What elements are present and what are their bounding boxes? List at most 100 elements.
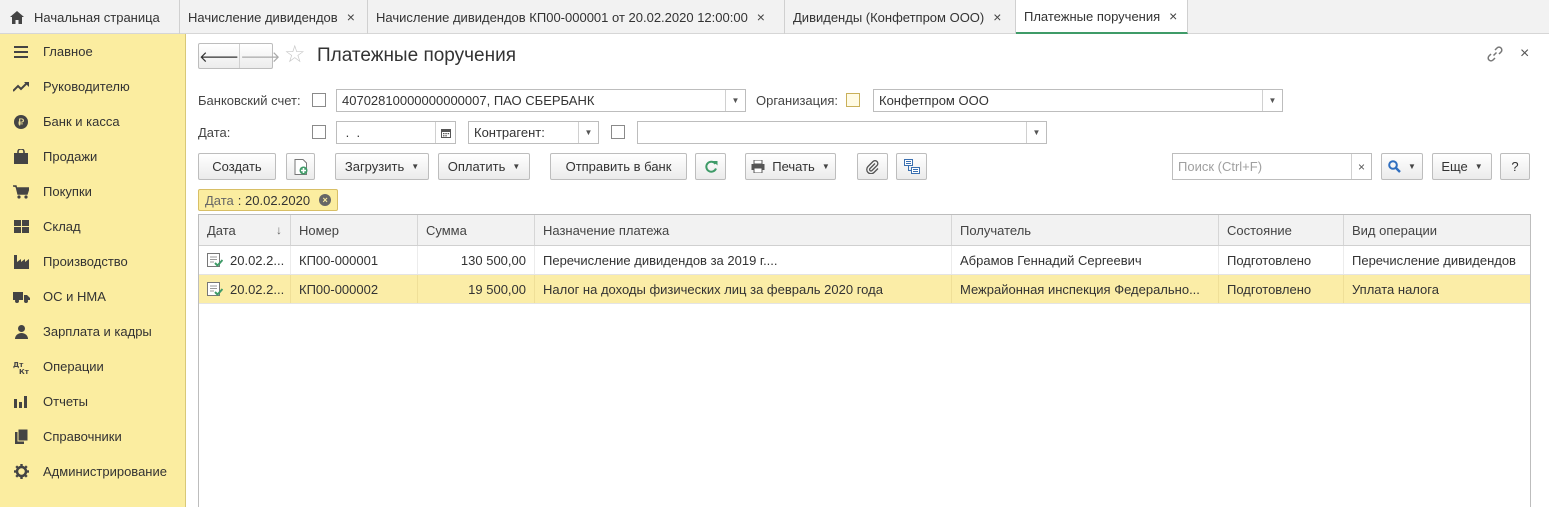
gear-icon <box>12 464 30 480</box>
sidebar-item-catalogs[interactable]: Справочники <box>0 419 185 454</box>
send-to-bank-button[interactable]: Отправить в банк <box>550 153 687 180</box>
tab-home[interactable]: Начальная страница <box>0 0 180 34</box>
tab-close-icon[interactable]: × <box>347 9 355 25</box>
organization-checkbox[interactable] <box>846 93 860 107</box>
column-header-operation[interactable]: Вид операции <box>1344 215 1530 245</box>
column-header-purpose[interactable]: Назначение платежа <box>535 215 952 245</box>
sidebar-item-fixed-assets[interactable]: ОС и НМА <box>0 279 185 314</box>
cell-recipient: Межрайонная инспекция Федерально... <box>952 275 1219 303</box>
svg-text:₽: ₽ <box>18 117 25 128</box>
bank-account-checkbox[interactable] <box>312 93 326 107</box>
tab-label: Платежные поручения <box>1024 8 1161 24</box>
tab-close-icon[interactable]: × <box>757 9 765 25</box>
posted-document-icon <box>207 282 223 296</box>
date-checkbox[interactable] <box>312 125 326 139</box>
create-button[interactable]: Создать <box>198 153 276 180</box>
date-filter-chip[interactable]: Дата : 20.02.2020 × <box>198 189 339 211</box>
warehouse-icon <box>12 219 30 235</box>
column-header-state[interactable]: Состояние <box>1219 215 1344 245</box>
organization-value: Конфетпром ООО <box>879 93 989 108</box>
column-header-date[interactable]: Дата ↓ <box>199 215 291 245</box>
sidebar-item-sales[interactable]: Продажи <box>0 139 185 174</box>
sidebar-item-main[interactable]: Главное <box>0 34 185 69</box>
cell-state: Подготовлено <box>1219 275 1344 303</box>
tab-close-icon[interactable]: × <box>993 9 1001 25</box>
tab-label: Начальная страница <box>34 9 160 25</box>
more-button[interactable]: Еще ▼ <box>1432 153 1492 180</box>
tab-dividends-report[interactable]: Дивиденды (Конфетпром ООО) × <box>785 0 1016 34</box>
help-button[interactable]: ? <box>1500 153 1530 180</box>
date-field[interactable]: . . <box>336 121 456 144</box>
refresh-button[interactable] <box>695 153 726 180</box>
sidebar-item-label: Руководителю <box>43 79 130 94</box>
print-label: Печать <box>772 159 815 174</box>
chevron-down-icon[interactable]: ▼ <box>1262 90 1282 111</box>
remove-filter-icon[interactable]: × <box>319 194 332 206</box>
organization-field[interactable]: Конфетпром ООО ▼ <box>873 89 1283 112</box>
cell-sum: 19 500,00 <box>418 275 535 303</box>
back-button[interactable]: 🡐 <box>199 44 241 68</box>
tab-payment-orders[interactable]: Платежные поручения × <box>1016 0 1188 34</box>
counterparty-type-select[interactable]: Контрагент: ▼ <box>468 121 599 144</box>
search-options-button[interactable]: ▼ <box>1381 153 1423 180</box>
tab-label: Дивиденды (Конфетпром ООО) <box>793 9 985 25</box>
calendar-icon[interactable] <box>435 122 455 143</box>
cart-icon <box>12 184 30 200</box>
tab-dividend-accrual[interactable]: Начисление дивидендов × <box>180 0 368 34</box>
chevron-down-icon[interactable]: ▼ <box>578 122 598 143</box>
sidebar-item-production[interactable]: Производство <box>0 244 185 279</box>
table-header: Дата ↓ Номер Сумма Назначение платежа Пол… <box>199 215 1530 246</box>
cell-state: Подготовлено <box>1219 246 1344 274</box>
bank-account-label: Банковский счет: <box>198 93 301 108</box>
sidebar-item-purchases[interactable]: Покупки <box>0 174 185 209</box>
sidebar-item-label: Зарплата и кадры <box>43 324 152 339</box>
home-icon <box>10 10 24 24</box>
column-header-sum[interactable]: Сумма <box>418 215 535 245</box>
tab-dividend-accrual-document[interactable]: Начисление дивидендов КП00-000001 от 20.… <box>368 0 785 34</box>
link-icon[interactable] <box>1487 46 1503 67</box>
table-row[interactable]: 20.02.2... КП00-000002 19 500,00 Налог н… <box>199 275 1530 304</box>
sidebar-item-director[interactable]: Руководителю <box>0 69 185 104</box>
cell-number: КП00-000002 <box>291 275 418 303</box>
chevron-down-icon[interactable]: ▼ <box>725 90 745 111</box>
sidebar-item-warehouse[interactable]: Склад <box>0 209 185 244</box>
structure-button[interactable] <box>896 153 927 180</box>
chevron-down-icon: ▼ <box>1474 162 1483 171</box>
date-text: 20.02.2... <box>230 281 285 297</box>
chevron-down-icon: ▼ <box>821 162 830 171</box>
table-row[interactable]: 20.02.2... КП00-000001 130 500,00 Перечи… <box>199 246 1530 275</box>
clear-search-icon[interactable]: × <box>1351 154 1371 179</box>
sidebar-item-bank[interactable]: ₽ Банк и касса <box>0 104 185 139</box>
person-icon <box>12 324 30 340</box>
sidebar-item-label: Покупки <box>43 184 92 199</box>
close-form-icon[interactable]: × <box>1520 45 1529 63</box>
sidebar-item-admin[interactable]: Администрирование <box>0 454 185 489</box>
sidebar-item-label: Склад <box>43 219 81 234</box>
counterparty-field[interactable]: ▼ <box>637 121 1047 144</box>
pay-button[interactable]: Оплатить ▼ <box>438 153 530 180</box>
print-button[interactable]: Печать ▼ <box>745 153 836 180</box>
tab-close-icon[interactable]: × <box>1169 8 1177 24</box>
tab-label: Начисление дивидендов КП00-000001 от 20.… <box>376 9 748 25</box>
favorite-star-icon[interactable]: ☆ <box>284 42 306 68</box>
organization-label: Организация: <box>756 93 839 108</box>
search-input[interactable] <box>1173 154 1351 179</box>
column-header-recipient[interactable]: Получатель <box>952 215 1219 245</box>
cell-sum: 130 500,00 <box>418 246 535 274</box>
counterparty-checkbox[interactable] <box>611 125 625 139</box>
load-button[interactable]: Загрузить ▼ <box>335 153 429 180</box>
create-from-file-button[interactable] <box>286 153 315 180</box>
chevron-down-icon[interactable]: ▼ <box>1026 122 1046 143</box>
printer-icon <box>751 160 765 173</box>
attach-button[interactable] <box>857 153 888 180</box>
sidebar-item-operations[interactable]: Дт Кт Операции <box>0 349 185 384</box>
tab-bar: Начальная страница Начисление дивидендов… <box>0 0 1549 34</box>
forward-button[interactable]: 🡒 <box>240 44 280 68</box>
sidebar-item-reports[interactable]: Отчеты <box>0 384 185 419</box>
sidebar-item-label: Администрирование <box>43 464 167 479</box>
sidebar-item-salary[interactable]: Зарплата и кадры <box>0 314 185 349</box>
cell-date: 20.02.2... <box>199 275 291 303</box>
column-header-number[interactable]: Номер <box>291 215 418 245</box>
sidebar-item-label: Производство <box>43 254 128 269</box>
bank-account-field[interactable]: 40702810000000000007, ПАО СБЕРБАНК ▼ <box>336 89 746 112</box>
